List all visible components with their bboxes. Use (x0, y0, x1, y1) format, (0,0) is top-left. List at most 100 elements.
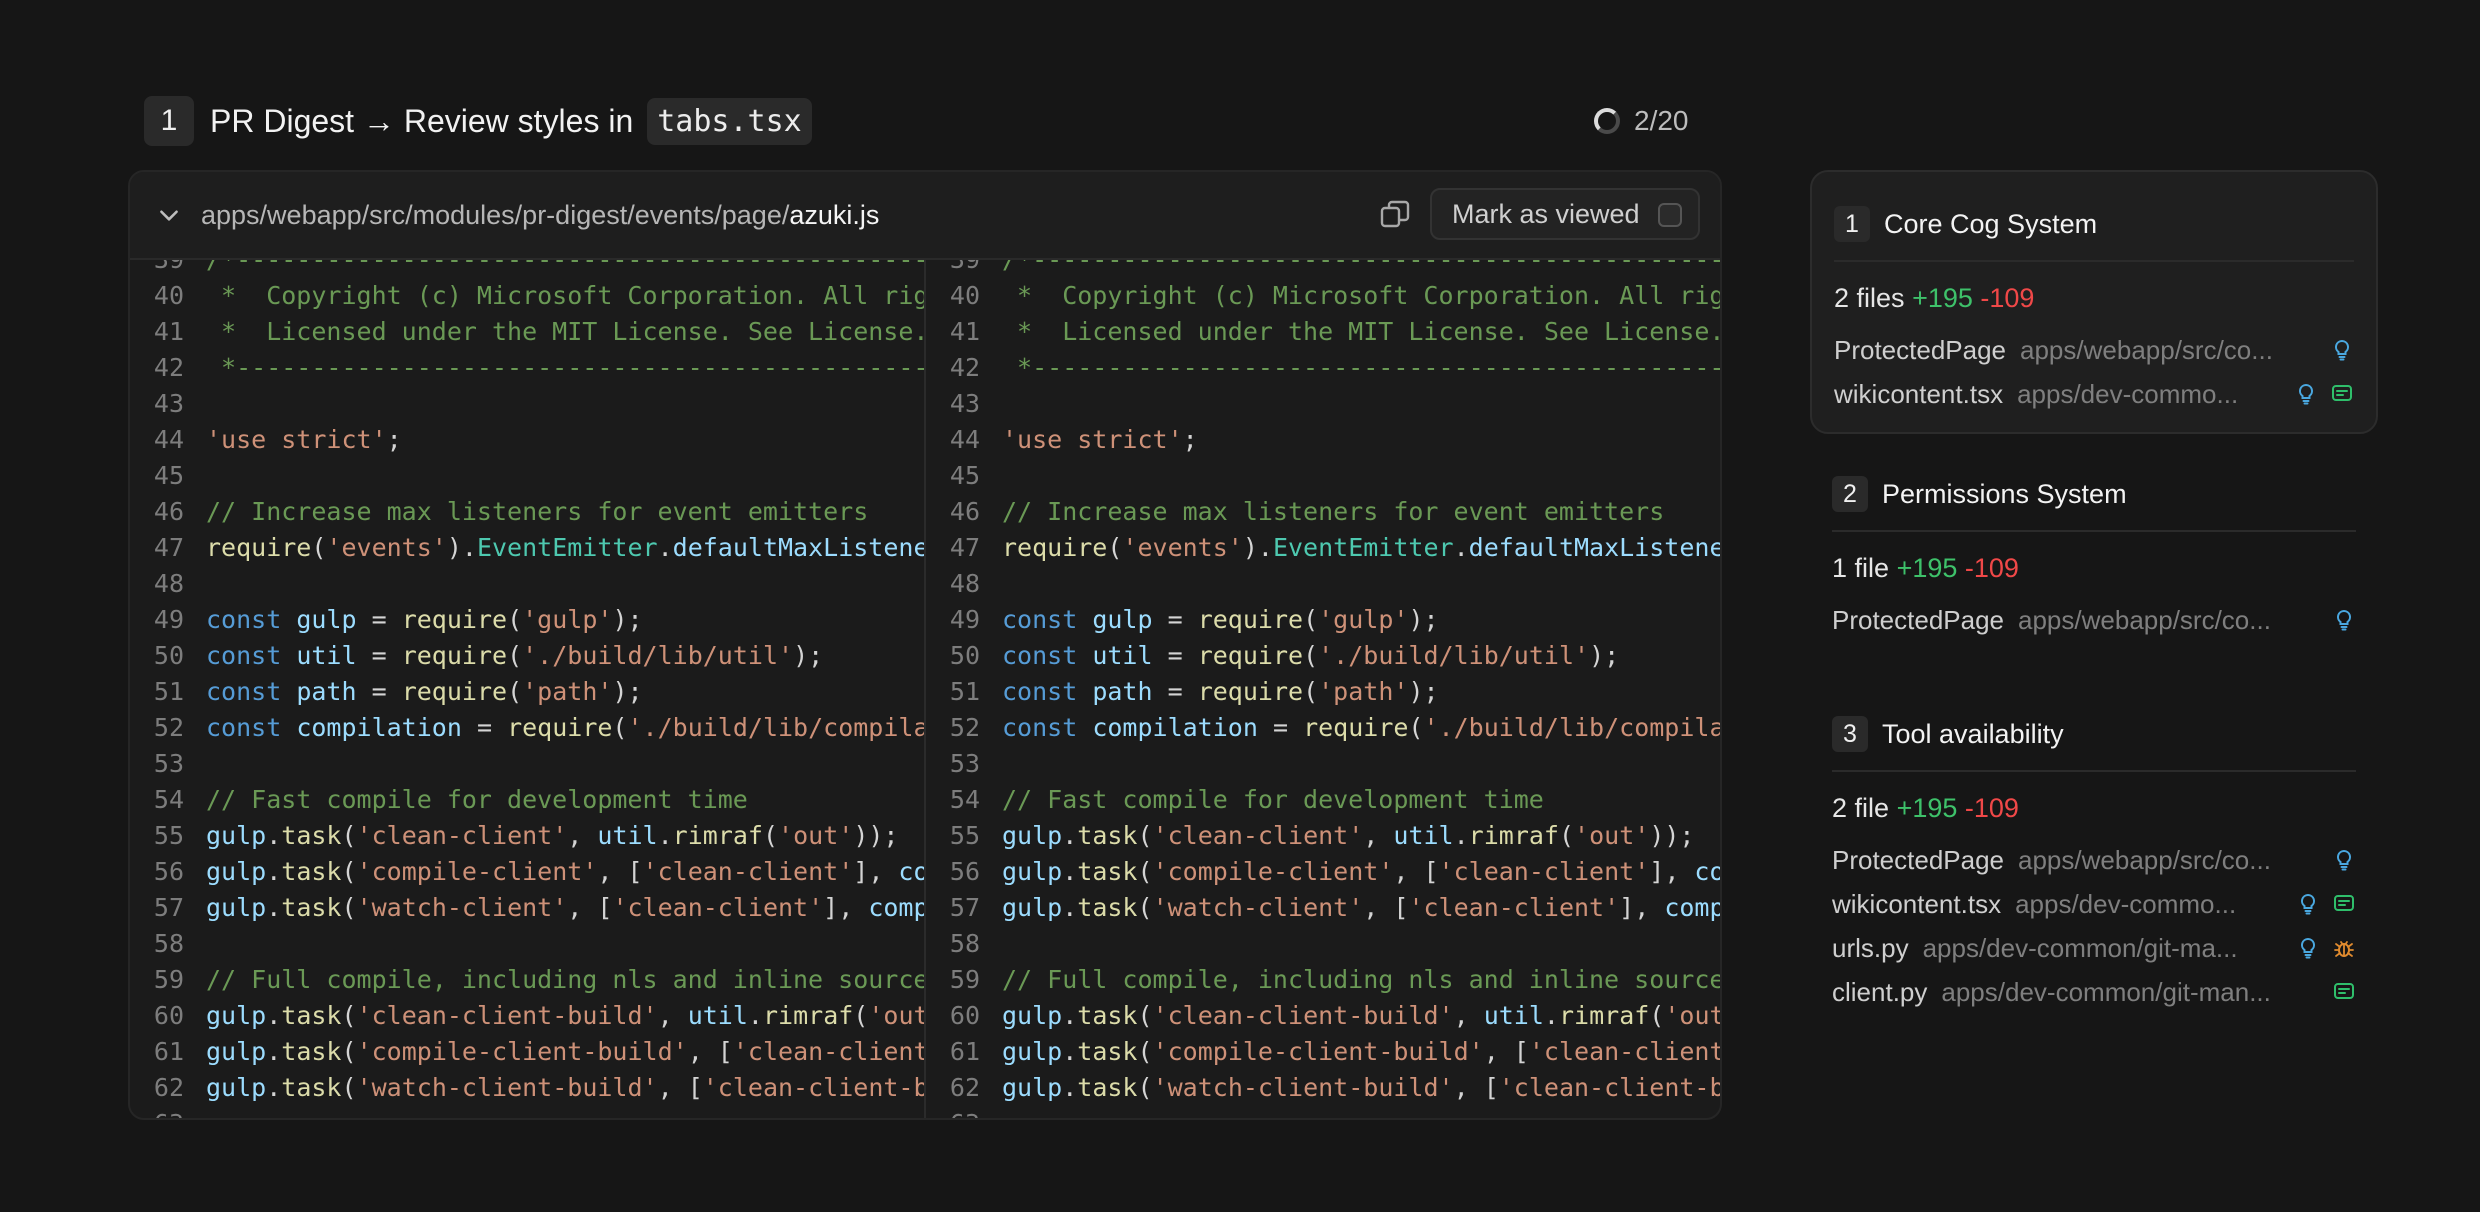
digest-section[interactable]: 3 Tool availability 2 file +195 -109 Pro… (1810, 712, 2378, 1014)
section-file-list: ProtectedPage apps/webapp/src/co... wikico… (1810, 838, 2378, 1014)
code-line: 63 (926, 1106, 1720, 1118)
file-list-item[interactable]: wikicontent.tsx apps/dev-commo... (1810, 882, 2378, 926)
section-stats: 1 file +195 -109 (1810, 546, 2378, 590)
file-path[interactable]: apps/webapp/src/modules/pr-digest/events… (201, 200, 879, 231)
lightbulb-icon[interactable] (2330, 338, 2354, 362)
line-number: 62 (153, 1073, 184, 1102)
code-text: const compilation = require('./build/lib… (206, 713, 924, 742)
line-number: 52 (949, 713, 980, 742)
copy-icon[interactable] (1378, 198, 1412, 232)
line-number: 61 (949, 1037, 980, 1066)
file-list-item[interactable]: urls.py apps/dev-common/git-ma... (1810, 926, 2378, 970)
comment-icon[interactable] (2332, 980, 2356, 1004)
file-item-path: apps/webapp/src/co... (2018, 845, 2271, 875)
file-item-icons (2332, 848, 2356, 872)
page-header: 1 PR Digest → Review styles in tabs.tsx (144, 95, 812, 147)
code-text: const util = require('./build/lib/util')… (206, 641, 824, 670)
code-text: gulp.task('watch-client-build', ['clean-… (1002, 1073, 1720, 1102)
line-number: 55 (949, 821, 980, 850)
line-number: 57 (153, 893, 184, 922)
file-list-item[interactable]: ProtectedPage apps/webapp/src/co... (1810, 838, 2378, 882)
code-line: 45 (130, 458, 924, 494)
section-title: Permissions System (1882, 478, 2127, 509)
code-text: gulp.task('clean-client-build', util.rim… (1002, 1001, 1720, 1030)
code-line: 47 require('events').EventEmitter.default… (130, 530, 924, 566)
file-item-icons (2296, 936, 2356, 960)
code-line: 48 (926, 566, 1720, 602)
code-line: 51 const path = require('path'); (130, 674, 924, 710)
file-list-item[interactable]: ProtectedPage apps/webapp/src/co... (1812, 328, 2376, 372)
line-number: 54 (153, 785, 184, 814)
section-header[interactable]: 3 Tool availability (1810, 712, 2378, 756)
line-number: 48 (949, 569, 980, 598)
code-text: // Fast compile for development time (1002, 785, 1544, 814)
line-number: 56 (949, 857, 980, 886)
code-text: gulp.task('compile-client-build', ['clea… (206, 1037, 924, 1066)
file-item-name: client.py (1832, 977, 1928, 1007)
digest-section[interactable]: 2 Permissions System 1 file +195 -109 Pr… (1810, 472, 2378, 642)
section-header[interactable]: 2 Permissions System (1810, 472, 2378, 516)
file-item-icons (2332, 980, 2356, 1004)
chevron-down-icon[interactable] (156, 202, 182, 228)
file-item-icons (2294, 382, 2354, 406)
line-number: 58 (949, 929, 980, 958)
code-line: 57 gulp.task('watch-client', ['clean-clie… (926, 890, 1720, 926)
diff-right-pane[interactable]: 39 /*------------------------------------… (926, 260, 1720, 1118)
code-line: 46 // Increase max listeners for event em… (130, 494, 924, 530)
lightbulb-icon[interactable] (2296, 936, 2320, 960)
page-title: PR Digest → Review styles in (210, 102, 634, 139)
files-count: 2 file (1832, 793, 1890, 823)
section-file-list: ProtectedPage apps/webapp/src/co... (1810, 598, 2378, 642)
code-line: 42 *------------------------------------… (130, 350, 924, 386)
code-text: * Licensed under the MIT License. See Li… (206, 317, 926, 346)
code-line: 52 const compilation = require('./build/l… (130, 710, 924, 746)
file-header-bar: apps/webapp/src/modules/pr-digest/events… (130, 172, 1720, 260)
digest-section[interactable]: 1 Core Cog System 2 files +195 -109 Prot… (1810, 170, 2378, 434)
section-header[interactable]: 1 Core Cog System (1812, 202, 2376, 246)
code-text: gulp.task('watch-client', ['clean-client… (1002, 893, 1720, 922)
file-list-item[interactable]: ProtectedPage apps/webapp/src/co... (1810, 598, 2378, 642)
bug-icon[interactable] (2332, 936, 2356, 960)
line-number: 40 (153, 281, 184, 310)
code-line: 59 // Full compile, including nls and inl… (130, 962, 924, 998)
mark-as-viewed-button[interactable]: Mark as viewed (1430, 188, 1700, 240)
lightbulb-icon[interactable] (2294, 382, 2318, 406)
code-text: const path = require('path'); (206, 677, 643, 706)
line-number: 42 (153, 353, 184, 382)
file-list-item[interactable]: client.py apps/dev-common/git-man... (1810, 970, 2378, 1014)
code-text: // Full compile, including nls and inlin… (1002, 965, 1720, 994)
code-line: 54 // Fast compile for development time (130, 782, 924, 818)
viewed-checkbox[interactable] (1658, 203, 1682, 227)
code-line: 53 (926, 746, 1720, 782)
code-line: 59 // Full compile, including nls and inl… (926, 962, 1720, 998)
code-line: 45 (926, 458, 1720, 494)
diff-panel: apps/webapp/src/modules/pr-digest/events… (128, 170, 1722, 1120)
code-text: /*--------------------------------------… (206, 260, 924, 278)
file-item-path: apps/dev-common/git-ma... (1922, 933, 2238, 963)
lightbulb-icon[interactable] (2332, 848, 2356, 872)
code-text: require('events').EventEmitter.defaultMa… (206, 533, 924, 562)
line-number: 53 (949, 749, 980, 778)
line-number: 63 (130, 1106, 184, 1118)
file-item-icons (2330, 338, 2354, 362)
comment-icon[interactable] (2330, 382, 2354, 406)
lightbulb-icon[interactable] (2332, 608, 2356, 632)
diff-left-pane[interactable]: 39 /*------------------------------------… (130, 260, 926, 1118)
line-number: 49 (949, 605, 980, 634)
file-item-icons (2296, 892, 2356, 916)
section-number-badge: 3 (1832, 716, 1868, 752)
section-title: Tool availability (1882, 718, 2064, 749)
code-text: * Copyright (c) Microsoft Corporation. A… (1017, 281, 1720, 310)
code-line: 43 (130, 386, 924, 422)
code-line: 41 * Licensed under the MIT License. See… (926, 314, 1720, 350)
line-number: 53 (153, 749, 184, 778)
line-number: 59 (949, 965, 980, 994)
section-number-badge: 2 (1832, 476, 1868, 512)
comment-icon[interactable] (2332, 892, 2356, 916)
file-item-name: ProtectedPage (1832, 605, 2005, 635)
line-number: 58 (153, 929, 184, 958)
line-number: 45 (153, 461, 184, 490)
file-list-item[interactable]: wikicontent.tsx apps/dev-commo... (1812, 372, 2376, 416)
lightbulb-icon[interactable] (2296, 892, 2320, 916)
code-text: gulp.task('clean-client', util.rimraf('o… (1002, 821, 1695, 850)
